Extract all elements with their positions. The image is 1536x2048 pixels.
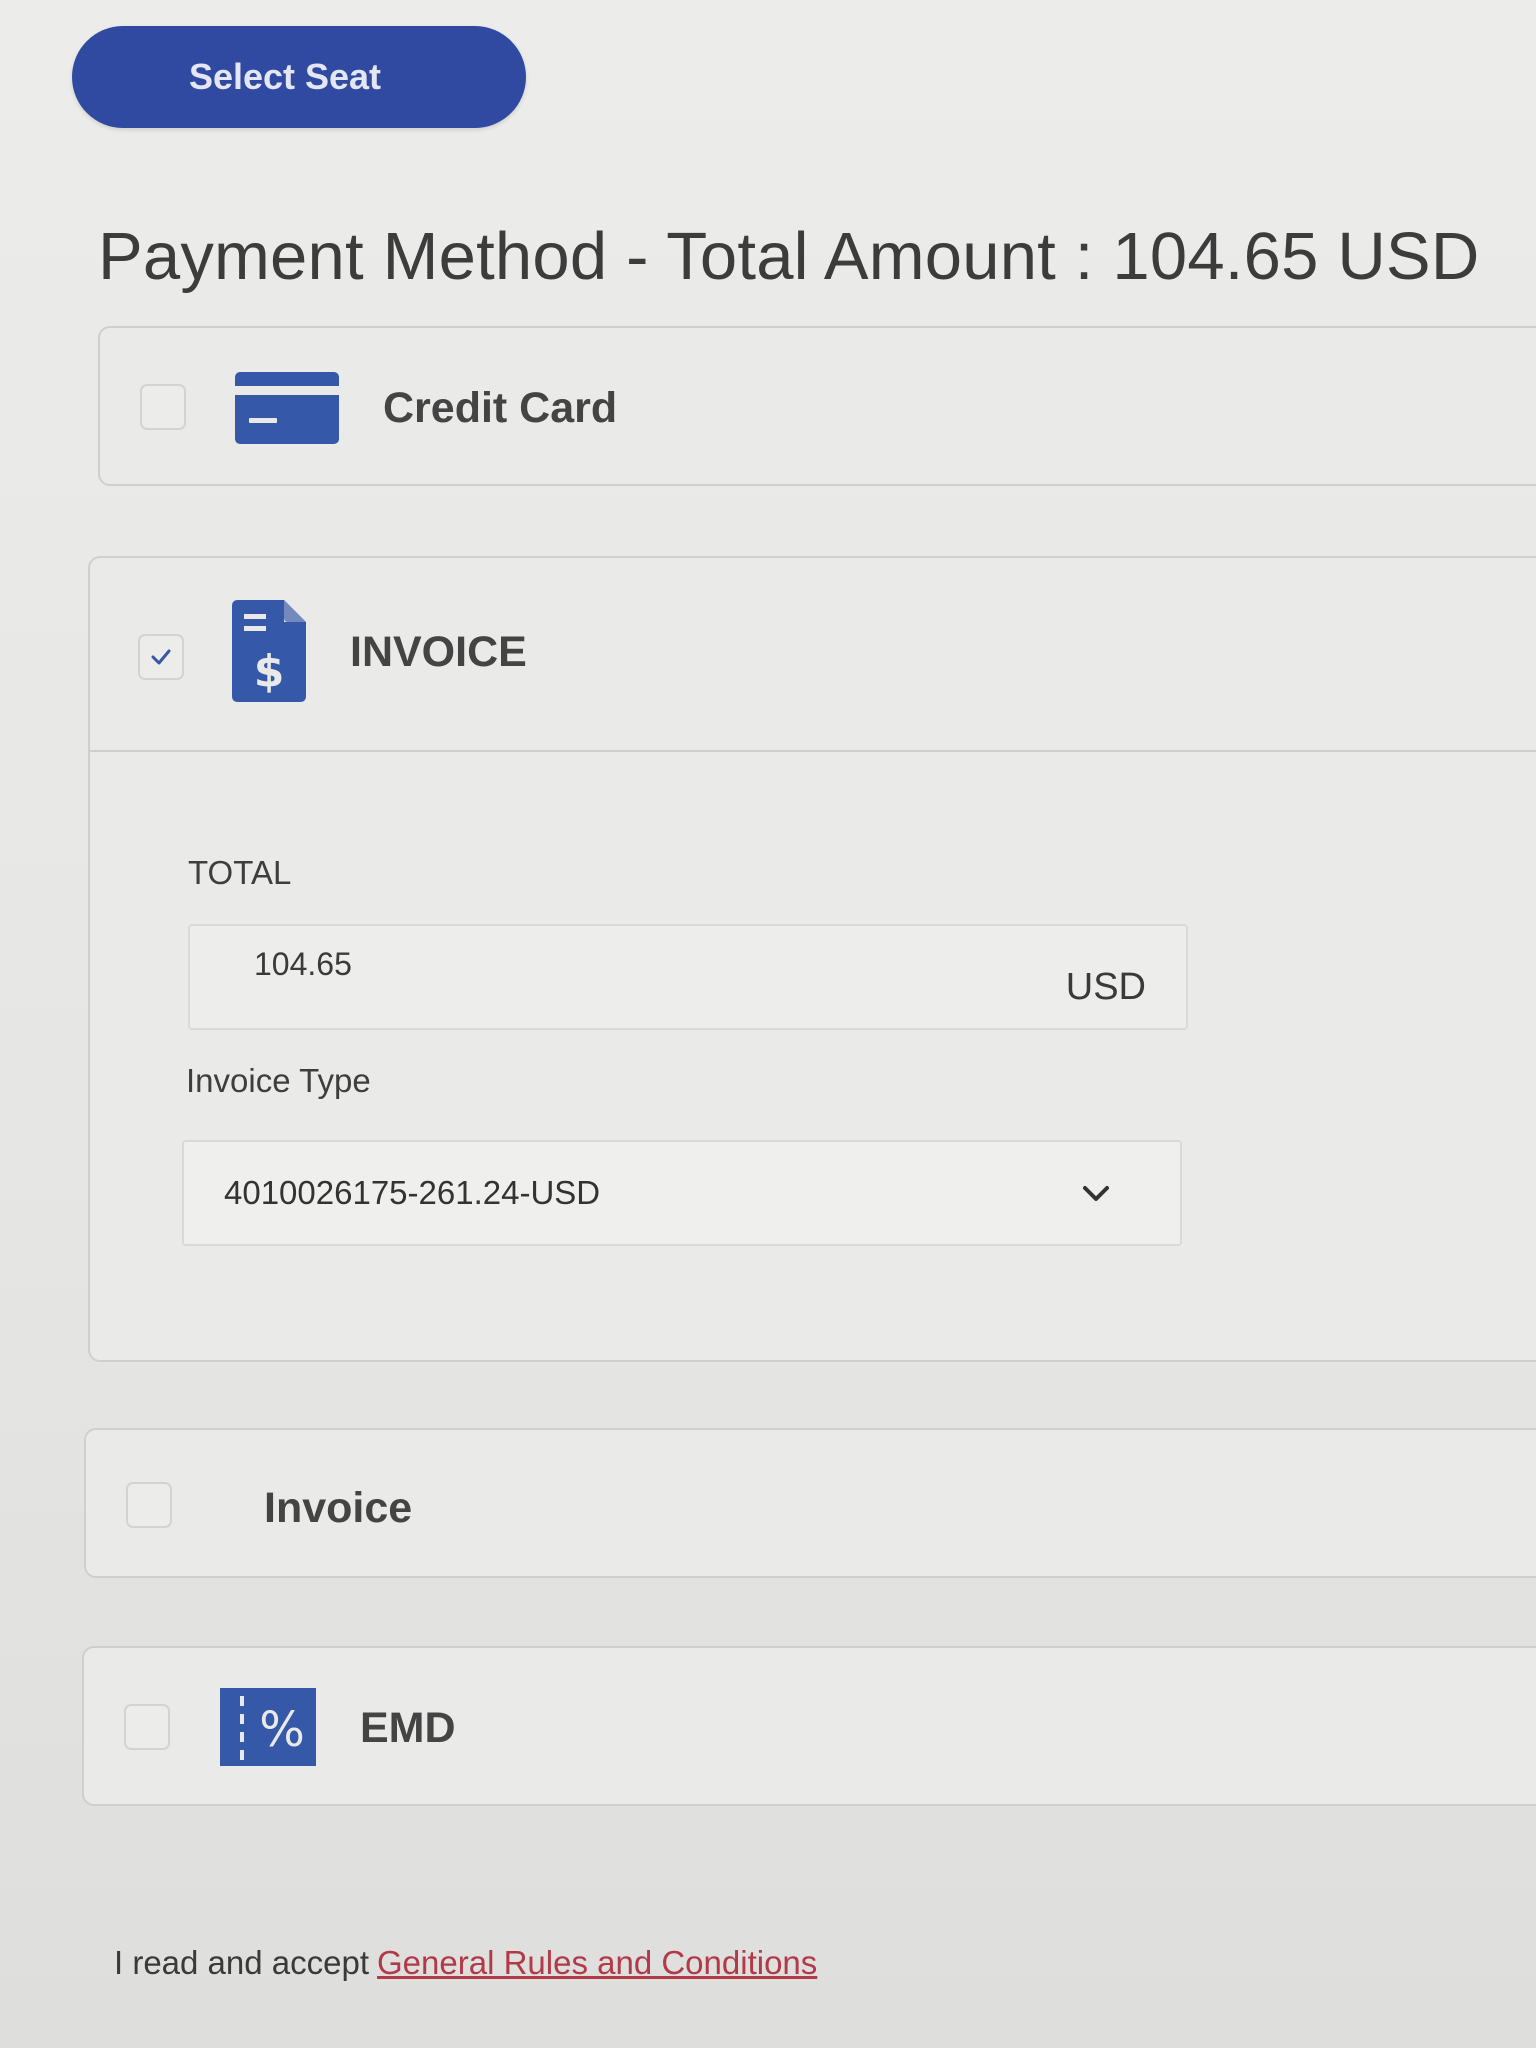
total-value: 104.65 bbox=[254, 946, 352, 982]
svg-text:$: $ bbox=[254, 646, 285, 697]
credit-card-icon bbox=[235, 372, 339, 444]
payment-option-credit-card[interactable]: Credit Card bbox=[98, 326, 1536, 486]
emd-checkbox[interactable] bbox=[124, 1704, 170, 1750]
payment-option-invoice[interactable]: Invoice bbox=[84, 1428, 1536, 1578]
page-title: Payment Method - Total Amount : 104.65 U… bbox=[98, 219, 1480, 294]
invoice-type-label: Invoice Type bbox=[186, 1062, 371, 1099]
total-field: 104.65 USD bbox=[188, 924, 1188, 1030]
terms-prefix: I read and accept bbox=[114, 1944, 370, 1981]
svg-text:%: % bbox=[259, 1702, 305, 1758]
invoice-secondary-label: Invoice bbox=[264, 1484, 413, 1532]
emd-label: EMD bbox=[360, 1704, 456, 1752]
invoice-type-value: 4010026175-261.24-USD bbox=[224, 1174, 601, 1211]
invoice-secondary-checkbox[interactable] bbox=[126, 1482, 172, 1528]
invoice-dollar-icon: $ bbox=[232, 600, 306, 702]
select-seat-label: Select Seat bbox=[188, 56, 382, 97]
invoice-checkbox[interactable] bbox=[138, 634, 184, 680]
checkmark-icon bbox=[151, 649, 171, 665]
invoice-option-header[interactable]: $ INVOICE bbox=[90, 558, 1536, 752]
total-currency: USD bbox=[1065, 966, 1146, 1008]
percent-ticket-icon: % bbox=[220, 1688, 316, 1766]
invoice-type-select[interactable]: 4010026175-261.24-USD bbox=[182, 1140, 1182, 1246]
credit-card-checkbox[interactable] bbox=[140, 384, 186, 430]
payment-page: Select Seat Payment Method - Total Amoun… bbox=[0, 0, 1536, 2048]
credit-card-label: Credit Card bbox=[383, 384, 618, 432]
total-label: TOTAL bbox=[188, 854, 292, 891]
payment-option-invoice-selected: $ INVOICE TOTAL 104.65 USD Invoice Type … bbox=[88, 556, 1536, 1362]
terms-link[interactable]: General Rules and Conditions bbox=[377, 1944, 817, 1981]
terms-acceptance: I read and accept General Rules and Condi… bbox=[114, 1944, 817, 1982]
select-seat-button[interactable]: Select Seat bbox=[72, 26, 526, 128]
invoice-label: INVOICE bbox=[350, 628, 527, 676]
payment-option-emd[interactable]: % EMD bbox=[82, 1646, 1536, 1806]
chevron-down-icon bbox=[1083, 1186, 1109, 1201]
